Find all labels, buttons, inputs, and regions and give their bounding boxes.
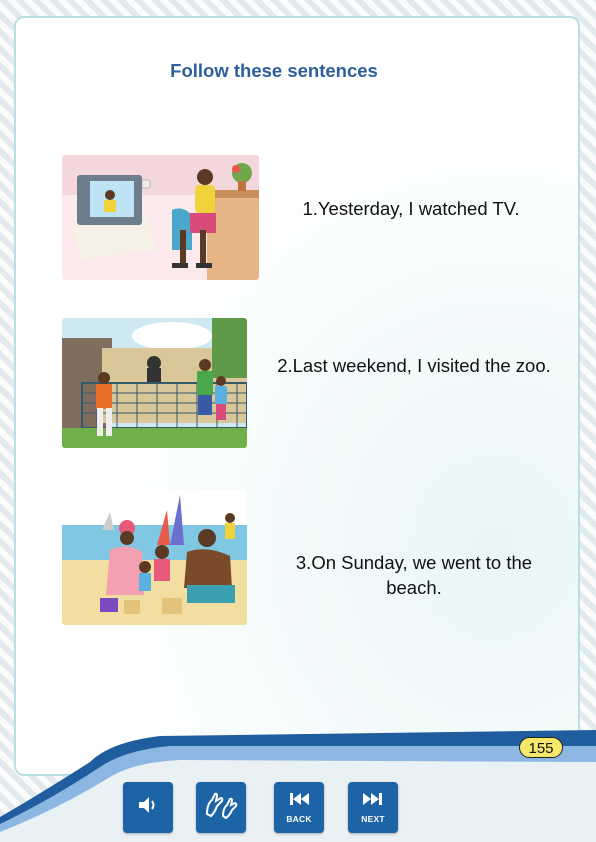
- sentence-2: 2.Last weekend, I visited the zoo.: [277, 355, 551, 376]
- sign-language-button[interactable]: [196, 782, 246, 833]
- speaker-icon: [137, 795, 159, 820]
- audio-button[interactable]: [123, 782, 173, 833]
- back-button[interactable]: BACK: [274, 782, 324, 833]
- skip-back-icon: [288, 792, 310, 811]
- zoo-illustration: [62, 318, 247, 448]
- sentence-1: 1.Yesterday, I watched TV.: [302, 198, 520, 219]
- sentence-3: 3.On Sunday, we went to the beach.: [295, 552, 533, 598]
- beach-illustration: [62, 490, 247, 625]
- page-title: Follow these sentences: [170, 60, 378, 81]
- back-label: BACK: [286, 813, 312, 824]
- sign-language-icon: [203, 790, 239, 825]
- tv-illustration: [62, 155, 259, 280]
- next-label: NEXT: [361, 813, 385, 824]
- skip-forward-icon: [362, 792, 384, 811]
- next-button[interactable]: NEXT: [348, 782, 398, 833]
- page-number-badge: 155: [519, 737, 563, 758]
